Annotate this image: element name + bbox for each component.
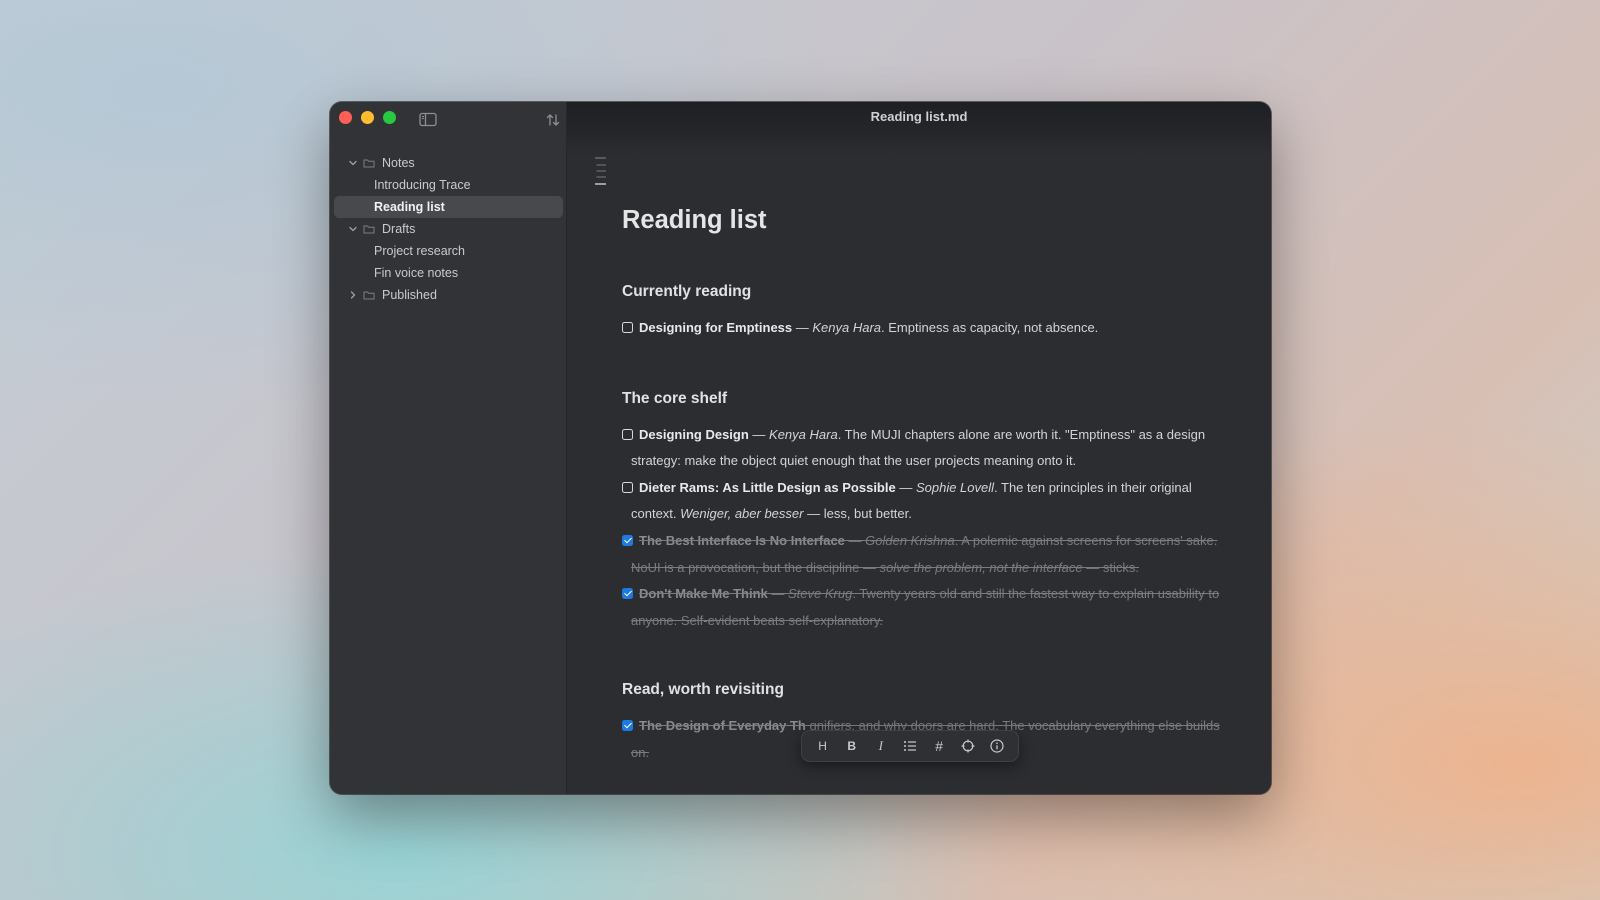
- sidebar-titlebar: [330, 102, 566, 150]
- sidebar-item-project-research[interactable]: Project research: [334, 240, 563, 262]
- info-button[interactable]: [986, 735, 1008, 757]
- book-title: Designing for Emptiness: [639, 320, 793, 335]
- sidebar-folder-label: Published: [382, 288, 437, 302]
- minimize-button[interactable]: [361, 111, 374, 124]
- book-title: The Design of Everyday Th: [639, 718, 806, 734]
- app-window: Notes Introducing Trace Reading list Drafts…: [330, 102, 1271, 794]
- sidebar-folder-notes[interactable]: Notes: [334, 152, 563, 174]
- close-button[interactable]: [339, 111, 352, 124]
- separator: —: [748, 426, 770, 442]
- section-heading: The core shelf: [622, 389, 728, 407]
- task-checkbox[interactable]: [622, 534, 633, 546]
- task-checkbox[interactable]: [622, 720, 633, 732]
- sidebar-item-label: Project research: [374, 244, 466, 258]
- book-author: Kenya Hara: [769, 426, 838, 442]
- tag-button[interactable]: #: [928, 735, 950, 757]
- book-note-tail: sticks.: [1099, 559, 1139, 575]
- file-tree: Notes Introducing Trace Reading list Drafts…: [330, 152, 566, 306]
- italic-button[interactable]: I: [870, 735, 892, 757]
- sidebar-folder-published[interactable]: Published: [334, 284, 563, 306]
- task-item[interactable]: Designing Design — Kenya Hara. The MUJI …: [622, 422, 1222, 475]
- separator: —: [792, 320, 813, 335]
- book-author: Sophie Lovell: [915, 479, 995, 495]
- separator: —: [767, 586, 789, 602]
- editor-titlebar: Reading list.md: [567, 102, 1271, 156]
- heading-button[interactable]: H: [812, 735, 834, 757]
- book-author: Kenya Hara: [812, 320, 882, 335]
- book-title: Designing Design: [639, 426, 749, 442]
- folder-icon: [363, 159, 375, 168]
- bold-button[interactable]: B: [841, 735, 863, 757]
- zoom-button[interactable]: [383, 111, 396, 124]
- sort-arrows-icon[interactable]: [545, 112, 561, 128]
- sidebar-item-label: Introducing Trace: [374, 178, 471, 192]
- sidebar-item-fin-voice-notes[interactable]: Fin voice notes: [334, 262, 563, 284]
- chevron-down-icon[interactable]: [347, 223, 359, 235]
- sidebar-folder-label: Notes: [382, 156, 415, 170]
- sidebar: Notes Introducing Trace Reading list Drafts…: [330, 102, 567, 794]
- task-item[interactable]: The Best Interface Is No Interface — Gol…: [622, 528, 1222, 581]
- folder-icon: [363, 225, 375, 234]
- sidebar-folder-drafts[interactable]: Drafts: [334, 218, 563, 240]
- book-title: Dieter Rams: As Little Design as Possibl…: [639, 479, 896, 495]
- folder-icon: [363, 291, 375, 300]
- sidebar-item-introducing-trace[interactable]: Introducing Trace: [334, 174, 563, 196]
- separator: —: [895, 479, 916, 495]
- book-note-tail: — less, but better.: [803, 506, 912, 522]
- traffic-lights: [339, 111, 396, 124]
- bullet-list-button[interactable]: [899, 735, 921, 757]
- sidebar-item-reading-list[interactable]: Reading list: [334, 196, 563, 218]
- chevron-right-icon[interactable]: [347, 289, 359, 301]
- book-note: . Emptiness as capacity, not absence.: [881, 320, 1099, 335]
- info-icon: [990, 739, 1005, 753]
- section-heading: Read, worth revisiting: [622, 681, 784, 699]
- book-title: Don't Make Me Think: [639, 586, 768, 602]
- document-title: Reading list: [622, 206, 767, 234]
- section-heading: Currently reading: [622, 283, 752, 300]
- task-item[interactable]: Don't Make Me Think — Steve Krug. Twenty…: [622, 581, 1222, 634]
- sidebar-item-label: Fin voice notes: [374, 266, 459, 280]
- separator: —: [844, 532, 866, 548]
- task-checkbox[interactable]: [622, 322, 633, 333]
- task-checkbox[interactable]: [622, 588, 633, 600]
- editor-pane: Reading list.md Reading list Currently r…: [567, 102, 1271, 794]
- outline-icon[interactable]: [594, 156, 607, 188]
- book-title: The Best Interface Is No Interface: [639, 532, 845, 548]
- task-item[interactable]: Dieter Rams: As Little Design as Possibl…: [622, 475, 1222, 528]
- task-checkbox[interactable]: [622, 481, 633, 493]
- sidebar-toggle-icon[interactable]: [419, 112, 437, 127]
- crosshair-icon: [961, 739, 975, 753]
- book-author: Steve Krug: [788, 586, 853, 602]
- task-item[interactable]: Designing for Emptiness — Kenya Hara. Em…: [622, 315, 1222, 342]
- target-button[interactable]: [957, 735, 979, 757]
- chevron-down-icon[interactable]: [347, 157, 359, 169]
- window-title: Reading list.md: [870, 109, 968, 124]
- book-note-italic: — solve the problem, not the interface —: [862, 559, 1100, 575]
- sidebar-folder-label: Drafts: [382, 222, 416, 236]
- book-note-italic: Weniger, aber besser: [680, 506, 804, 522]
- bullet-list-icon: [903, 741, 916, 751]
- document[interactable]: Reading list Currently reading Designing …: [622, 206, 1222, 767]
- book-author: Golden Krishna: [865, 532, 955, 548]
- sidebar-item-label: Reading list: [374, 200, 445, 214]
- format-toolbar: H B I #: [801, 730, 1019, 762]
- task-checkbox[interactable]: [622, 428, 633, 440]
